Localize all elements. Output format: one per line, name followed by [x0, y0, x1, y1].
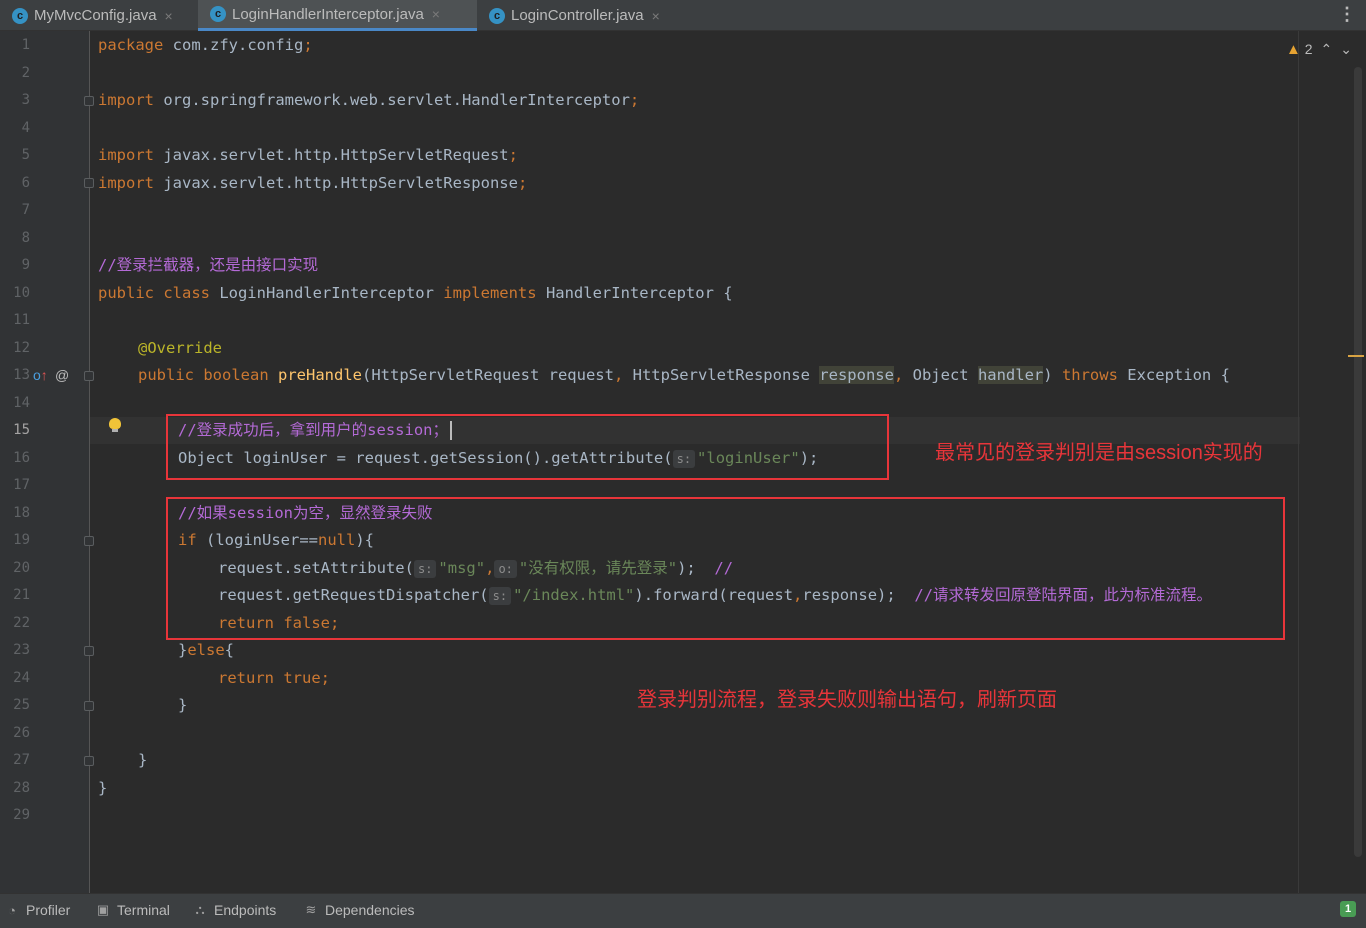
- tool-label: Dependencies: [325, 902, 415, 918]
- line-number: 2: [21, 65, 30, 81]
- line-number-current: 15: [13, 422, 30, 438]
- fold-marker-icon[interactable]: [84, 371, 94, 381]
- tab-label: LoginHandlerInterceptor.java: [232, 5, 424, 23]
- more-menu-icon[interactable]: ⋮: [1338, 5, 1356, 23]
- vertical-scrollbar[interactable]: [1354, 67, 1362, 857]
- fold-marker-icon[interactable]: [84, 178, 94, 188]
- tool-label: Terminal: [117, 902, 170, 918]
- line-number: 7: [21, 202, 30, 218]
- session-highlight-box: [166, 414, 889, 480]
- tab-loginhandlerinterceptor[interactable]: c LoginHandlerInterceptor.java ×: [198, 0, 477, 31]
- fold-marker-icon[interactable]: [84, 96, 94, 106]
- java-class-icon: c: [12, 7, 28, 24]
- tab-label: MyMvcConfig.java: [34, 7, 157, 24]
- line-number: 8: [21, 230, 30, 246]
- previous-highlight-icon[interactable]: ⌃: [1321, 41, 1333, 58]
- tool-terminal[interactable]: ▣ Terminal: [95, 902, 170, 918]
- profiler-icon: ◔: [8, 902, 16, 918]
- flow-highlight-box: [166, 497, 1285, 640]
- line-number: 26: [13, 725, 30, 741]
- line-number: 21: [13, 587, 30, 603]
- line-number: 25: [13, 697, 30, 713]
- lightbulb-icon[interactable]: [109, 418, 121, 432]
- fold-marker-icon[interactable]: [84, 536, 94, 546]
- line-number: 4: [21, 120, 30, 136]
- line-number: 3: [21, 92, 30, 108]
- event-log-badge[interactable]: 1: [1340, 901, 1356, 917]
- line-number: 10: [13, 285, 30, 301]
- tool-profiler[interactable]: ◔ Profiler: [4, 902, 70, 918]
- code-line-3: import org.springframework.web.servlet.H…: [98, 91, 640, 109]
- tool-dependencies[interactable]: ≋ Dependencies: [303, 902, 415, 918]
- warning-count: 2: [1304, 41, 1313, 57]
- code-line-28: }: [98, 779, 108, 797]
- line-number: 9: [21, 257, 30, 273]
- code-line-9: //登录拦截器，还是由接口实现: [98, 256, 319, 274]
- line-number: 16: [13, 450, 30, 466]
- bottom-tool-window-bar: ◔ Profiler ▣ Terminal ⛬ Endpoints ≋ Depe…: [0, 893, 1366, 928]
- line-number: 17: [13, 477, 30, 493]
- line-number: 12: [13, 340, 30, 356]
- line-number: 6: [21, 175, 30, 191]
- fold-marker-icon[interactable]: [84, 701, 94, 711]
- line-number: 11: [13, 312, 30, 328]
- line-number: 23: [13, 642, 30, 658]
- close-icon[interactable]: ×: [652, 8, 660, 24]
- dependencies-icon: ≋: [305, 902, 317, 917]
- code-line-10: public class LoginHandlerInterceptor imp…: [98, 284, 733, 302]
- line-number: 14: [13, 395, 30, 411]
- line-number: 22: [13, 615, 30, 631]
- tool-label: Profiler: [26, 902, 71, 918]
- warning-stripe-marker[interactable]: [1348, 355, 1364, 357]
- line-number: 19: [13, 532, 30, 548]
- line-number-gutter[interactable]: 1 2 3 4 5 6 7 8 9 10 11 12 13 14 15 16 1…: [0, 31, 94, 893]
- override-marker-icon[interactable]: o↑: [33, 367, 48, 383]
- code-line-13: public boolean preHandle(HttpServletRequ…: [138, 366, 1230, 384]
- line-number: 5: [21, 147, 30, 163]
- code-line-6: import javax.servlet.http.HttpServletRes…: [98, 174, 528, 192]
- line-number: 29: [13, 807, 30, 823]
- code-line-5: import javax.servlet.http.HttpServletReq…: [98, 146, 518, 164]
- right-margin-guide: [1298, 31, 1299, 893]
- tab-logincontroller[interactable]: c LoginController.java ×: [477, 0, 689, 31]
- terminal-icon: ▣: [96, 902, 110, 917]
- inspection-widget[interactable]: ▲ 2 ⌃ ⌄: [1286, 41, 1352, 58]
- line-number: 28: [13, 780, 30, 796]
- session-annotation: 最常见的登录判别是由session实现的: [935, 442, 1263, 464]
- fold-marker-icon[interactable]: [84, 646, 94, 656]
- line-number: 27: [13, 752, 30, 768]
- code-line-27: }: [138, 751, 148, 769]
- line-number: 24: [13, 670, 30, 686]
- line-number: 18: [13, 505, 30, 521]
- tool-label: Endpoints: [214, 902, 277, 918]
- java-class-icon: c: [489, 7, 505, 24]
- tab-mymvcconfig[interactable]: c MyMvcConfig.java ×: [0, 0, 198, 31]
- line-number: 1: [21, 37, 30, 53]
- at-annotation-icon[interactable]: @: [55, 367, 69, 383]
- warning-indicator[interactable]: ▲ 2: [1286, 41, 1313, 58]
- code-line-24: return true;: [218, 669, 330, 687]
- code-line-12: @Override: [138, 339, 222, 357]
- code-line-23: }else{: [178, 641, 235, 659]
- code-line-25: }: [178, 696, 188, 714]
- code-line-1: package com.zfy.config;: [98, 36, 313, 54]
- tab-label: LoginController.java: [511, 7, 644, 24]
- flow-annotation: 登录判别流程，登录失败则输出语句，刷新页面: [637, 689, 1057, 711]
- line-number: 20: [13, 560, 30, 576]
- editor-tab-bar: c MyMvcConfig.java × c LoginHandlerInter…: [0, 0, 1366, 31]
- next-highlight-icon[interactable]: ⌄: [1340, 41, 1352, 58]
- close-icon[interactable]: ×: [165, 8, 173, 24]
- line-number: 13: [13, 367, 30, 383]
- tool-endpoints[interactable]: ⛬ Endpoints: [192, 902, 276, 918]
- endpoints-icon: ⛬: [195, 902, 205, 917]
- fold-marker-icon[interactable]: [84, 756, 94, 766]
- code-editor[interactable]: 1 2 3 4 5 6 7 8 9 10 11 12 13 14 15 16 1…: [0, 31, 1366, 893]
- java-class-icon: c: [210, 6, 226, 22]
- close-icon[interactable]: ×: [432, 6, 440, 22]
